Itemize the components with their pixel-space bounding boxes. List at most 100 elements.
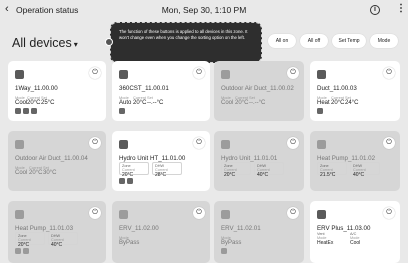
dhw-panel: DHW Current 28°C bbox=[152, 162, 182, 178]
hydro-unit-icon bbox=[221, 140, 230, 149]
dhw-temp: 40°C bbox=[257, 172, 269, 178]
device-card[interactable]: ⏻ Outdoor Air Duct_11.00.02 Mode Current… bbox=[214, 61, 304, 121]
device-card[interactable]: ⏻ 360CST_11.00.01 Mode Current Set Auto … bbox=[112, 61, 210, 121]
filter-icon bbox=[31, 108, 37, 114]
ac-panel: A/C Mode Cool bbox=[350, 232, 380, 246]
top-bar: ‹ Operation status Mon, Sep 30, 1:10 PM … bbox=[0, 0, 408, 22]
power-button[interactable]: ⏻ bbox=[383, 207, 395, 219]
cassette-unit-icon bbox=[119, 70, 128, 79]
power-button[interactable]: ⏻ bbox=[89, 137, 101, 149]
hydro-unit-icon bbox=[119, 140, 128, 149]
device-card[interactable]: ⏻ Hydro Unit HT_11.01.00 Zone Current 20… bbox=[112, 131, 210, 191]
dhw-temp: 40°C bbox=[51, 242, 63, 248]
vent-mode-value: HeatEx bbox=[317, 240, 334, 246]
power-button[interactable]: ⏻ bbox=[383, 67, 395, 79]
tooltip-text: The function of these buttons is applied… bbox=[119, 29, 248, 40]
set-value: 24°C bbox=[345, 100, 359, 106]
device-card[interactable]: ⏻ Hydro Unit_11.01.01 Zone Current 20°C … bbox=[214, 131, 304, 191]
erv-plus-icon bbox=[317, 210, 326, 219]
device-card[interactable]: ⏻ 1Way_11.00.00 Mode Current Set Cool 20… bbox=[8, 61, 106, 121]
device-card[interactable]: ⏻ ERV_11.02.01 Mode ByPass bbox=[214, 201, 304, 263]
schedule-icon bbox=[221, 248, 227, 254]
info-icon[interactable]: i bbox=[370, 5, 380, 15]
device-name: ERV_11.02.01 bbox=[221, 225, 261, 232]
schedule-icon bbox=[317, 108, 323, 114]
power-button[interactable]: ⏻ bbox=[89, 207, 101, 219]
tooltip: The function of these buttons is applied… bbox=[105, 22, 262, 63]
heat-pump-icon bbox=[15, 210, 24, 219]
device-card[interactable]: ⏻ Duct_11.00.03 Mode Current Set Heat 20… bbox=[310, 61, 400, 121]
all-off-button[interactable]: All off bbox=[300, 34, 328, 48]
current-value: 20°C bbox=[133, 100, 147, 106]
current-value: 20°C bbox=[235, 100, 249, 106]
set-value: 30°C bbox=[43, 170, 57, 176]
mode-value: Cool bbox=[221, 100, 234, 106]
schedule-icon bbox=[119, 108, 125, 114]
duct-unit-icon bbox=[317, 70, 326, 79]
device-card[interactable]: ⏻ Heat Pump_11.01.03 Zone Current 20°C D… bbox=[8, 201, 106, 263]
caret-down-icon: ▾ bbox=[73, 40, 78, 49]
mode-value: Heat bbox=[317, 100, 330, 106]
set-value: --.--°C bbox=[249, 100, 266, 106]
power-button[interactable]: ⏻ bbox=[193, 137, 205, 149]
set-temp-button[interactable]: Set Temp bbox=[332, 34, 366, 48]
power-button[interactable]: ⏻ bbox=[89, 67, 101, 79]
lock-icon bbox=[127, 178, 133, 184]
device-name: Heat Pump_11.01.03 bbox=[15, 225, 74, 232]
mode-value: Cool bbox=[15, 170, 28, 176]
device-card[interactable]: ⏻ ERV Plus_11.03.00 Vent Mode HeatEx A/C… bbox=[310, 201, 400, 263]
ac-mode-value: Cool bbox=[350, 240, 361, 246]
power-button[interactable]: ⏻ bbox=[287, 207, 299, 219]
device-name: Outdoor Air Duct_11.00.02 bbox=[221, 85, 294, 92]
power-button[interactable]: ⏻ bbox=[193, 207, 205, 219]
vent-panel: Vent Mode HeatEx bbox=[317, 232, 347, 246]
zone-panel: Zone Current 20°C bbox=[221, 162, 251, 178]
zone-temp: 20°C bbox=[122, 172, 134, 178]
zone-selector[interactable]: All devices ▾ bbox=[12, 36, 78, 50]
device-card[interactable]: ⏻ ERV_11.02.00 Mode ByPass bbox=[112, 201, 210, 263]
mode-value: ByPass bbox=[119, 240, 140, 246]
zone-title: All devices bbox=[12, 36, 72, 50]
device-name: 1Way_11.00.00 bbox=[15, 85, 58, 92]
all-on-button[interactable]: All on bbox=[268, 34, 296, 48]
heat-pump-icon bbox=[317, 140, 326, 149]
device-name: 360CST_11.00.01 bbox=[119, 85, 169, 92]
schedule-icon bbox=[119, 178, 125, 184]
device-name: Outdoor Air Duct_11.00.04 bbox=[15, 155, 88, 162]
more-vert-icon[interactable]: ⋮ bbox=[396, 3, 406, 14]
set-value: 25°C bbox=[41, 100, 55, 106]
power-button[interactable]: ⏻ bbox=[287, 67, 299, 79]
device-name: ERV Plus_11.03.00 bbox=[317, 225, 371, 232]
power-button[interactable]: ⏻ bbox=[383, 137, 395, 149]
zone-panel: Zone Current 20°C bbox=[15, 232, 45, 248]
duct-unit-icon bbox=[15, 140, 24, 149]
mode-value: Auto bbox=[119, 100, 132, 106]
datetime: Mon, Sep 30, 1:10 PM bbox=[161, 5, 247, 15]
device-card[interactable]: ⏻ Outdoor Air Duct_11.00.04 Mode Current… bbox=[8, 131, 106, 191]
schedule-icon bbox=[15, 108, 21, 114]
zone-temp: 20°C bbox=[224, 172, 236, 178]
tooltip-pointer-icon bbox=[105, 38, 113, 46]
device-name: Heat Pump_11.01.02 bbox=[317, 155, 376, 162]
lock-icon bbox=[23, 248, 29, 254]
set-value: --.--°C bbox=[147, 100, 164, 106]
zone-actions: All on All off Set Temp Mode bbox=[268, 34, 398, 48]
erv-icon bbox=[221, 210, 230, 219]
current-value: 20°C bbox=[29, 170, 43, 176]
device-card[interactable]: ⏻ Heat Pump_11.01.02 Zone Current 21.5°C… bbox=[310, 131, 400, 191]
power-button[interactable]: ⏻ bbox=[193, 67, 205, 79]
lock-icon bbox=[23, 108, 29, 114]
device-name: Hydro Unit HT_11.01.00 bbox=[119, 155, 186, 162]
schedule-icon bbox=[15, 248, 21, 254]
current-value: 20°C bbox=[27, 100, 41, 106]
dhw-panel: DHW Current 40°C bbox=[350, 162, 380, 178]
current-value: 20°C bbox=[331, 100, 345, 106]
zone-panel: Zone Current 20°C bbox=[119, 162, 149, 178]
dhw-panel: DHW Current 40°C bbox=[254, 162, 284, 178]
wall-unit-icon bbox=[15, 70, 24, 79]
dhw-temp: 28°C bbox=[155, 172, 167, 178]
mode-button[interactable]: Mode bbox=[370, 34, 398, 48]
power-button[interactable]: ⏻ bbox=[287, 137, 299, 149]
dhw-panel: DHW Current 40°C bbox=[48, 232, 78, 248]
erv-icon bbox=[119, 210, 128, 219]
